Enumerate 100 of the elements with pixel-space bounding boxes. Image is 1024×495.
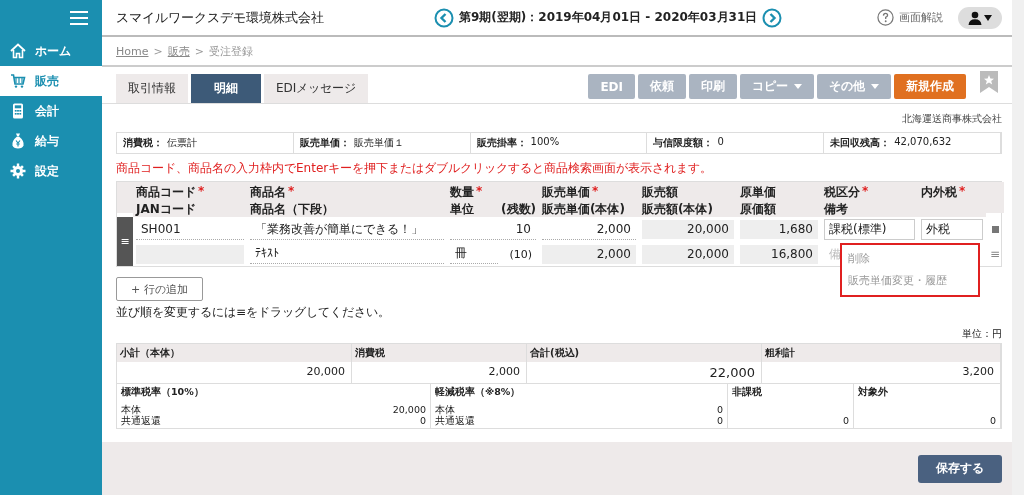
field-label: 販売単価： — [299, 136, 350, 150]
column-header: 商品コード — [136, 184, 196, 201]
breadcrumb-separator: > — [153, 44, 163, 58]
field-value: 0 — [717, 136, 724, 149]
readonly-field: 20,000 — [642, 220, 734, 239]
row-menu-icon[interactable] — [991, 226, 999, 233]
field-label: 消費税： — [123, 136, 163, 150]
row-drag-handle[interactable]: ≡ — [989, 248, 1001, 260]
caret-icon — [794, 84, 802, 89]
sidebar-item[interactable]: 会計 — [0, 96, 102, 126]
drag-hint: 並び順を変更するには≡をドラッグしてください。 — [116, 304, 392, 321]
field-value: 販売単価１ — [353, 136, 404, 150]
row-label: 本体 — [435, 404, 455, 415]
breadcrumb-link[interactable]: 販売 — [167, 43, 190, 59]
add-row-button[interactable]: + 行の追加 — [116, 277, 203, 301]
field-label: 未回収残高： — [830, 136, 891, 150]
readonly-field: 2,000 — [542, 244, 636, 264]
total-value: 20,000 — [305, 364, 346, 380]
field-label: 販売掛率： — [476, 136, 527, 150]
tab[interactable]: EDIメッセージ — [264, 74, 369, 103]
required-mark: * — [862, 184, 869, 200]
column-header: 内外税 — [921, 184, 957, 201]
sidebar-item[interactable]: 販売 — [0, 66, 102, 96]
readonly-field: 20,000 — [642, 244, 734, 264]
settings-icon — [10, 163, 26, 179]
input-field[interactable]: 「業務改善が簡単にできる！」 — [250, 219, 444, 240]
caret-icon — [984, 14, 992, 21]
row-label: 共通返還 — [121, 415, 161, 426]
menu-icon[interactable] — [70, 11, 88, 25]
required-mark: * — [959, 184, 966, 200]
row-value: 0 — [989, 415, 996, 426]
next-icon[interactable] — [762, 7, 783, 28]
total-value: 3,200 — [961, 364, 995, 380]
total-value: 22,000 — [708, 364, 756, 382]
tax-class-dropdown[interactable]: 課税(標準) — [824, 219, 915, 240]
row-value: 0 — [419, 415, 426, 426]
customer-name: 北海運送商事株式会社 — [902, 112, 1002, 126]
total-label: 粗利計 — [762, 344, 1000, 362]
column-header: 販売額(本体) — [642, 201, 713, 218]
field-value: 42,070,632 — [894, 136, 952, 149]
unit-field[interactable]: 冊 — [450, 244, 498, 264]
help-icon[interactable] — [877, 9, 894, 26]
column-header: 原単価 — [740, 184, 776, 201]
row-value: 0 — [716, 415, 723, 426]
tax-mode-dropdown[interactable]: 外税 — [921, 219, 983, 240]
scrollbar[interactable] — [1012, 0, 1024, 495]
money-bag-icon — [10, 133, 26, 149]
column-header: JANコード — [136, 201, 196, 218]
fiscal-period: 第9期(翌期)：2019年04月01日 - 2020年03月31日 — [459, 9, 758, 26]
readonly-field: 16,800 — [740, 244, 818, 264]
column-header: 販売単価(本体) — [542, 201, 625, 218]
column-header: 税区分 — [824, 184, 860, 201]
input-field[interactable]: 2,000 — [542, 219, 636, 240]
remaining-quantity: (10) — [509, 247, 533, 261]
sidebar-item[interactable]: 給与 — [0, 126, 102, 156]
save-button[interactable]: 保存する — [918, 454, 1002, 483]
menu-item[interactable]: 削除 — [842, 248, 978, 270]
tab[interactable]: 取引情報 — [116, 74, 188, 103]
action-button[interactable]: 新規作成 — [894, 74, 966, 99]
field-value: 100% — [530, 136, 560, 149]
column-header: 販売額 — [642, 184, 678, 201]
user-icon — [968, 10, 982, 25]
breadcrumb-link[interactable]: Home — [116, 44, 149, 58]
menu-item[interactable]: 販売単価変更・履歴 — [842, 270, 978, 292]
required-mark: * — [198, 184, 205, 200]
sidebar-item[interactable]: 設定 — [0, 156, 102, 186]
company-name: スマイルワークスデモ環境株式会社 — [116, 8, 325, 27]
column-header: (残数) — [501, 201, 536, 218]
readonly-field: 1,680 — [740, 220, 818, 239]
drag-handle[interactable]: ≡ — [117, 217, 133, 266]
input-field[interactable]: ﾃｷｽﾄ — [250, 244, 444, 264]
field-value: 伝票計 — [167, 136, 197, 150]
required-mark: * — [288, 184, 295, 200]
row-value: 0 — [842, 415, 849, 426]
input-field[interactable]: 10 — [450, 219, 536, 240]
input-field[interactable]: SH001 — [136, 219, 244, 240]
column-header: 数量 — [450, 184, 474, 201]
help-link[interactable]: 画面解説 — [899, 10, 943, 25]
breadcrumb-separator: > — [194, 44, 204, 58]
caret-icon — [871, 84, 879, 89]
section-title: 非課税 — [732, 386, 763, 399]
sidebar-item[interactable]: ホーム — [0, 36, 102, 66]
notice-text: 商品コード、商品名の入力枠内でEnterキーを押下またはダブルクリックすると商品検索画面が表示されます。 — [116, 160, 714, 177]
bookmark-star-icon[interactable] — [980, 71, 998, 93]
column-header: 販売単価 — [542, 184, 590, 201]
column-header: 商品名 — [250, 184, 286, 201]
field-label: 与信限度額： — [653, 136, 714, 150]
section-title: 対象外 — [858, 386, 889, 399]
total-label: 合計(税込) — [527, 344, 761, 362]
row-label: 共通返還 — [435, 415, 475, 426]
column-header: 商品名（下段） — [250, 201, 334, 218]
cart-icon — [10, 73, 26, 89]
previous-icon[interactable] — [434, 7, 454, 28]
user-menu-button[interactable] — [958, 6, 1002, 29]
column-header: 単位 — [450, 201, 474, 218]
row-value: 20,000 — [392, 404, 426, 415]
calculator-icon — [10, 103, 26, 119]
tab[interactable]: 明細 — [191, 74, 261, 103]
section-title: 軽減税率（※8%） — [435, 386, 522, 399]
required-mark: * — [592, 184, 599, 200]
